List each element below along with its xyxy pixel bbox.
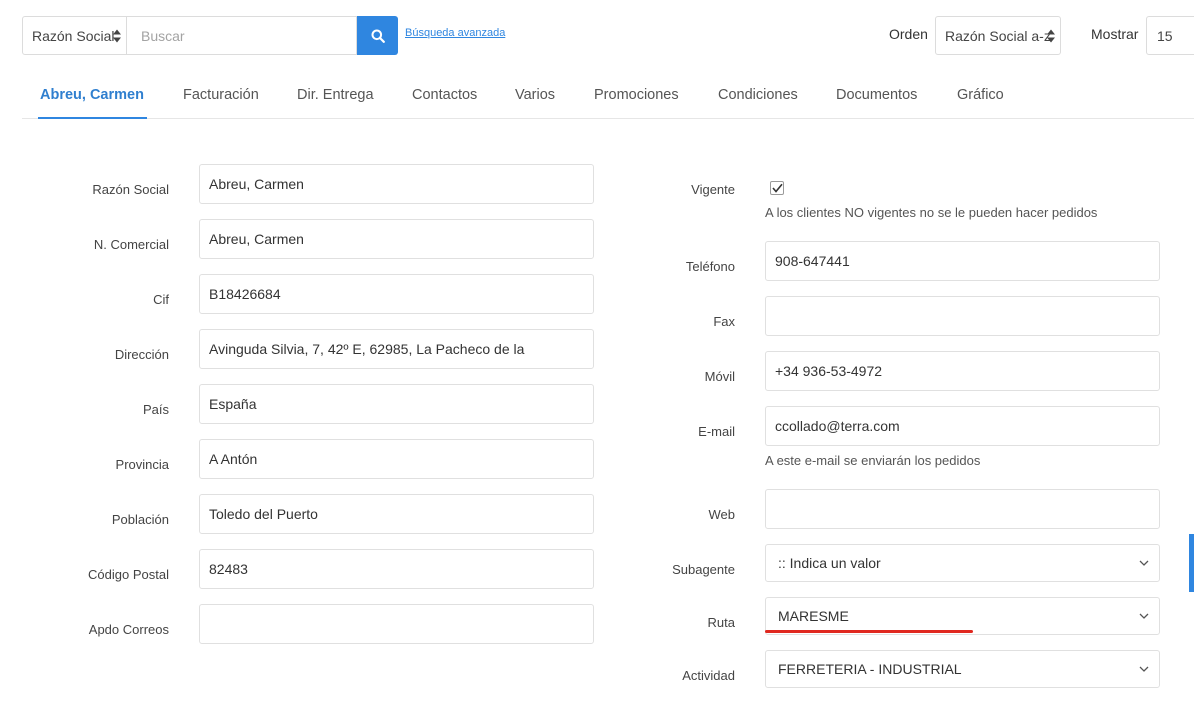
poblacion-label: Población <box>111 512 169 527</box>
sort-updown-icon <box>113 29 121 42</box>
fax-label: Fax <box>713 314 735 329</box>
side-panel-handle[interactable] <box>1189 534 1194 592</box>
tab-contactos[interactable]: Contactos <box>412 87 477 103</box>
fax-field[interactable] <box>765 296 1160 336</box>
show-count-value: 15 <box>1157 27 1173 44</box>
order-select-value: Razón Social a-z <box>945 27 1051 44</box>
web-label: Web <box>708 507 736 522</box>
tab-promociones[interactable]: Promociones <box>594 87 679 103</box>
movil-field[interactable]: +34 936-53-4972 <box>765 351 1160 391</box>
order-label: Orden <box>889 26 928 42</box>
ruta-label: Ruta <box>707 615 735 630</box>
search-field-select-value: Razón Social <box>32 27 115 44</box>
search-button[interactable] <box>357 16 398 55</box>
web-field[interactable] <box>765 489 1160 529</box>
sort-updown-icon <box>1047 29 1055 42</box>
show-count-select[interactable]: 15 <box>1146 16 1194 55</box>
vigente-hint: A los clientes NO vigentes no se le pued… <box>765 205 1098 220</box>
razon-social-label: Razón Social <box>92 182 169 197</box>
provincia-label: Provincia <box>115 457 169 472</box>
chevron-down-icon <box>1139 613 1149 619</box>
tab-documentos[interactable]: Documentos <box>836 87 917 103</box>
razon-social-field[interactable]: Abreu, Carmen <box>199 164 594 204</box>
tab-dir-entrega[interactable]: Dir. Entrega <box>297 87 374 103</box>
actividad-select[interactable]: FERRETERIA - INDUSTRIAL <box>765 650 1160 688</box>
active-tab-indicator <box>38 117 147 119</box>
telefono-label: Teléfono <box>685 259 735 274</box>
telefono-field[interactable]: 908-647441 <box>765 241 1160 281</box>
provincia-field[interactable]: A Antón <box>199 439 594 479</box>
order-select[interactable]: Razón Social a-z <box>935 16 1061 55</box>
chevron-down-icon <box>1139 560 1149 566</box>
ruta-highlight-underline <box>765 630 973 633</box>
show-label: Mostrar <box>1091 26 1139 42</box>
tab-general[interactable]: Abreu, Carmen <box>40 87 144 103</box>
tab-condiciones[interactable]: Condiciones <box>718 87 798 103</box>
apdo-correos-label: Apdo Correos <box>88 622 169 637</box>
email-field[interactable]: ccollado@terra.com <box>765 406 1160 446</box>
tab-grafico[interactable]: Gráfico <box>957 87 1004 103</box>
apdo-correos-field[interactable] <box>199 604 594 644</box>
cif-field[interactable]: B18426684 <box>199 274 594 314</box>
nombre-comercial-label: N. Comercial <box>93 237 169 252</box>
actividad-label: Actividad <box>682 668 735 683</box>
pais-label: País <box>142 402 169 417</box>
email-hint: A este e-mail se enviarán los pedidos <box>765 453 981 468</box>
nombre-comercial-field[interactable]: Abreu, Carmen <box>199 219 594 259</box>
subagente-label: Subagente <box>672 562 735 577</box>
tabs-divider <box>22 118 1194 119</box>
tab-facturacion[interactable]: Facturación <box>183 87 259 103</box>
vigente-checkbox[interactable] <box>770 181 784 195</box>
direccion-label: Dirección <box>114 347 169 362</box>
direccion-field[interactable]: Avinguda Silvia, 7, 42º E, 62985, La Pac… <box>199 329 594 369</box>
search-icon <box>371 29 385 43</box>
search-input[interactable] <box>127 16 357 55</box>
advanced-search-link[interactable]: Búsqueda avanzada <box>405 27 505 39</box>
poblacion-field[interactable]: Toledo del Puerto <box>199 494 594 534</box>
email-label: E-mail <box>698 424 735 439</box>
cif-label: Cif <box>153 292 169 307</box>
codigo-postal-field[interactable]: 82483 <box>199 549 594 589</box>
tab-varios[interactable]: Varios <box>515 87 555 103</box>
pais-field[interactable]: España <box>199 384 594 424</box>
movil-label: Móvil <box>704 369 735 384</box>
vigente-label: Vigente <box>691 182 735 197</box>
codigo-postal-label: Código Postal <box>88 567 169 582</box>
chevron-down-icon <box>1139 666 1149 672</box>
search-field-select[interactable]: Razón Social <box>22 16 127 55</box>
subagente-select[interactable]: :: Indica un valor <box>765 544 1160 582</box>
checkmark-icon <box>771 183 783 193</box>
